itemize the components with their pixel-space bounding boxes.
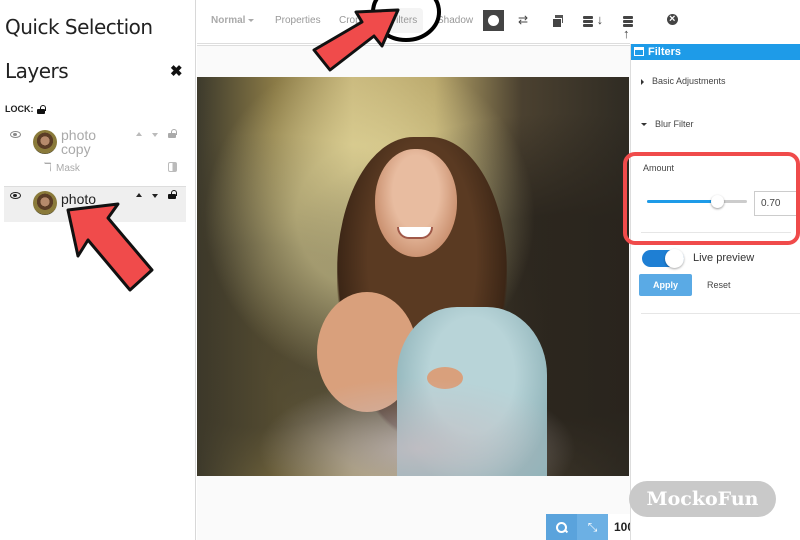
move-layer-down-icon[interactable] xyxy=(152,194,158,198)
arrow-down-icon: ↓ xyxy=(596,12,604,27)
section-label: Basic Adjustments xyxy=(652,76,726,86)
zoom-out-icon[interactable] xyxy=(546,514,577,540)
close-icon[interactable]: ✖ xyxy=(170,62,183,80)
caret-down-icon xyxy=(641,123,647,127)
filters-title: Filters xyxy=(648,46,682,58)
live-preview-toggle[interactable] xyxy=(642,249,684,268)
top-toolbar: Normal Properties Crop Filters Shadow ⇄ … xyxy=(197,0,678,44)
move-layer-up-icon[interactable] xyxy=(136,132,142,136)
blend-mode-value: Normal xyxy=(211,15,246,26)
live-preview-label: Live preview xyxy=(693,252,755,264)
section-basic-adjustments[interactable]: Basic Adjustments xyxy=(641,76,726,86)
layer-down-button[interactable]: ↓ xyxy=(583,13,603,27)
unlock-icon[interactable] xyxy=(168,190,178,199)
unlock-icon[interactable] xyxy=(36,104,47,114)
tab-properties[interactable]: Properties xyxy=(275,15,321,26)
mask-toggle-icon[interactable] xyxy=(168,162,177,172)
section-blur-filter[interactable]: Blur Filter xyxy=(641,119,694,129)
unlock-icon[interactable] xyxy=(168,129,178,138)
layer-item-photo[interactable]: photo xyxy=(4,186,186,222)
apply-button[interactable]: Apply xyxy=(639,274,692,296)
lock-label: LOCK: xyxy=(5,104,34,114)
layers-stack-icon xyxy=(623,15,633,27)
layer-thumbnail xyxy=(33,130,57,154)
layers-panel: Quick Selection Layers ✖ LOCK: photo cop… xyxy=(0,0,196,540)
visibility-eye-icon[interactable] xyxy=(10,192,21,199)
window-icon xyxy=(634,47,644,56)
divider xyxy=(641,313,800,314)
delete-icon[interactable] xyxy=(667,12,678,26)
filters-panel: Filters Basic Adjustments Blur Filter Am… xyxy=(623,44,800,540)
move-layer-up-icon[interactable] xyxy=(136,193,142,197)
visibility-eye-icon[interactable] xyxy=(10,131,21,138)
watermark-badge: MockoFun xyxy=(629,481,776,517)
layer-name: photo xyxy=(61,191,97,207)
circle-mask-icon[interactable] xyxy=(483,10,504,31)
move-layer-down-icon[interactable] xyxy=(152,133,158,137)
lock-row: LOCK: xyxy=(5,104,47,114)
arrow-up-icon: ↑ xyxy=(623,26,630,41)
highlight-box xyxy=(623,152,800,245)
swap-icon[interactable]: ⇄ xyxy=(518,13,528,27)
mask-label[interactable]: Mask xyxy=(56,163,80,174)
blend-mode-dropdown[interactable]: Normal xyxy=(211,15,255,26)
layer-item-photo-copy[interactable]: photo copy ℸ Mask xyxy=(4,126,186,178)
app-root: Quick Selection Layers ✖ LOCK: photo cop… xyxy=(0,0,800,540)
canvas-photo[interactable] xyxy=(197,77,629,476)
layers-title: Layers xyxy=(5,59,69,83)
canvas-area[interactable]: ⤡ 100% xyxy=(197,45,630,540)
zoom-controls: ⤡ 100% xyxy=(546,514,630,540)
quick-selection-title: Quick Selection xyxy=(5,15,153,39)
duplicate-icon[interactable] xyxy=(552,15,563,28)
fit-screen-icon[interactable]: ⤡ xyxy=(577,514,608,540)
reset-button[interactable]: Reset xyxy=(707,280,731,290)
layers-stack-icon xyxy=(583,15,593,27)
filters-header: Filters xyxy=(631,44,800,60)
photo-face xyxy=(375,149,457,257)
zoom-value[interactable]: 100% xyxy=(608,514,630,540)
layer-name: photo copy xyxy=(61,127,97,157)
mask-link-icon: ℸ xyxy=(44,160,52,174)
layer-thumbnail xyxy=(33,191,57,215)
tab-filters[interactable]: Filters xyxy=(384,8,424,33)
layer-up-button[interactable]: ↑ xyxy=(623,13,633,41)
tab-crop[interactable]: Crop xyxy=(339,15,361,26)
photo-blur-region xyxy=(257,377,577,476)
section-label: Blur Filter xyxy=(655,119,694,129)
caret-right-icon xyxy=(641,78,644,85)
chevron-down-icon xyxy=(248,18,255,22)
tab-shadow[interactable]: Shadow xyxy=(437,15,473,26)
